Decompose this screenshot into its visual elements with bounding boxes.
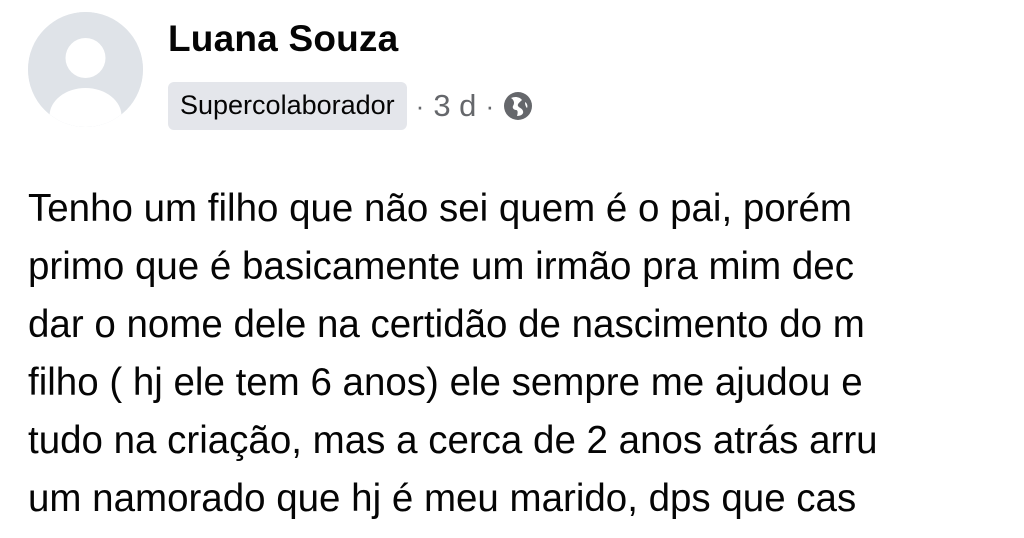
author-badge[interactable]: Supercolaborador: [168, 82, 407, 130]
post-timestamp[interactable]: 3 d: [433, 88, 476, 124]
post-text-line: um namorado que hj é meu marido, dps que…: [28, 477, 857, 520]
post-text-line: Tenho um filho que não sei quem é o pai,…: [28, 187, 852, 230]
post-text-line: tudo na criação, mas a cerca de 2 anos a…: [28, 419, 878, 462]
post-meta: Supercolaborador · 3 d ·: [168, 80, 533, 132]
post-card: Luana Souza Supercolaborador · 3 d · Ten…: [0, 0, 1024, 538]
author-avatar[interactable]: [28, 12, 143, 127]
meta-separator: ·: [485, 90, 495, 121]
meta-separator: ·: [415, 90, 425, 121]
post-text: Tenho um filho que não sei quem é o pai,…: [28, 180, 1024, 528]
post-text-line: filho ( hj ele tem 6 anos) ele sempre me…: [28, 361, 863, 404]
default-profile-icon: [28, 12, 143, 127]
globe-icon[interactable]: [503, 91, 533, 121]
author-name[interactable]: Luana Souza: [168, 18, 398, 60]
post-text-line: primo que é basicamente um irmão pra mim…: [28, 245, 854, 288]
post-text-line: dar o nome dele na certidão de nasciment…: [28, 303, 865, 346]
